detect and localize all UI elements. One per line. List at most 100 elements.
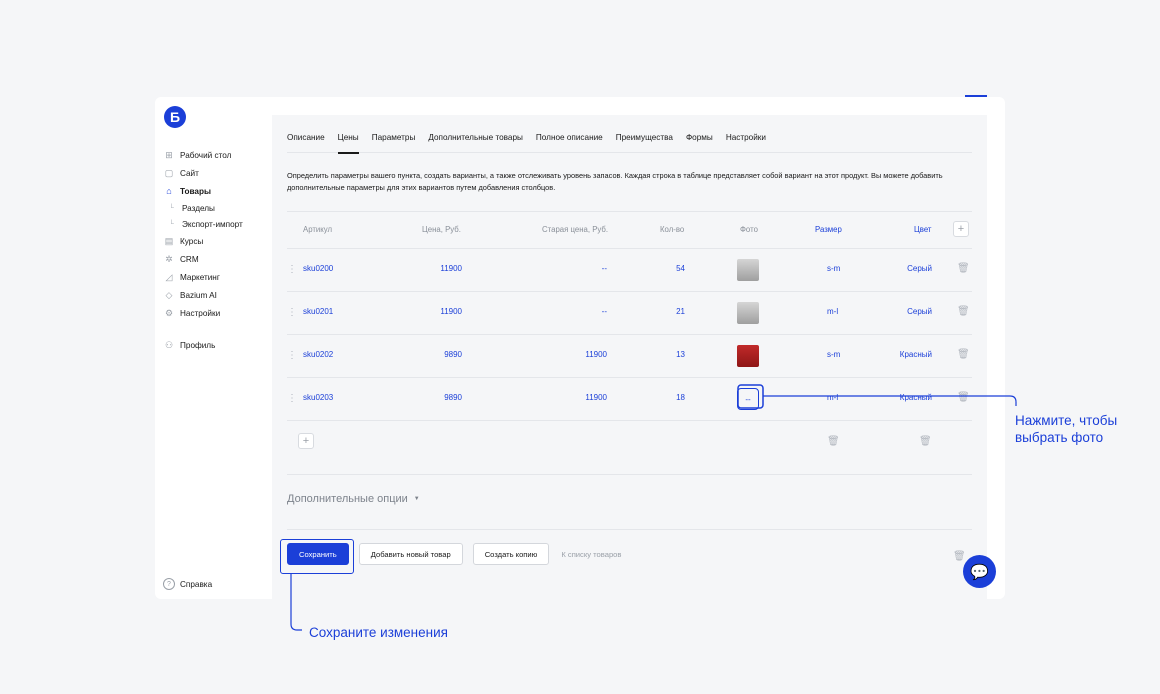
trash-icon[interactable]: 🗑 bbox=[957, 263, 970, 274]
sidebar-item-label: Профиль bbox=[180, 340, 216, 350]
table-row: ⋮ sku0201 11900 -- 21 m-l Серый 🗑 bbox=[287, 291, 972, 334]
logo[interactable]: Б bbox=[164, 106, 186, 128]
old-price-cell[interactable]: 11900 bbox=[547, 350, 607, 359]
table-header: Артикул Цена, Руб. Старая цена, Руб. Кол… bbox=[287, 211, 972, 248]
photo-callout-text: Нажмите, чтобы выбрать фото bbox=[1015, 412, 1117, 446]
qty-cell[interactable]: 21 bbox=[657, 307, 685, 316]
trash-icon[interactable]: 🗑 bbox=[953, 551, 966, 562]
tab-bar: Описание Цены Параметры Дополнительные т… bbox=[287, 131, 972, 154]
select-photo-button[interactable]: -- bbox=[737, 388, 759, 410]
sidebar-item-site[interactable]: ▢ Сайт bbox=[163, 164, 271, 182]
price-cell[interactable]: 11900 bbox=[407, 307, 462, 316]
sidebar-item-label: Курсы bbox=[180, 236, 204, 246]
qty-cell[interactable]: 54 bbox=[657, 264, 685, 273]
header-sku: Артикул bbox=[303, 225, 333, 234]
tab-prices[interactable]: Цены bbox=[337, 131, 359, 154]
tree-branch-icon: └ bbox=[169, 204, 174, 212]
old-price-cell[interactable]: -- bbox=[547, 307, 607, 316]
tab-additional-products[interactable]: Дополнительные товары bbox=[428, 131, 523, 153]
size-cell[interactable]: s-m bbox=[827, 264, 840, 273]
sidebar-item-ai[interactable]: ◇ Bazium AI bbox=[163, 286, 271, 304]
sidebar-item-label: Bazium AI bbox=[180, 290, 217, 300]
tab-parameters[interactable]: Параметры bbox=[372, 131, 416, 153]
extra-options-toggle[interactable]: Дополнительные опции ▼ bbox=[287, 493, 420, 505]
price-cell[interactable]: 11900 bbox=[407, 264, 462, 273]
sidebar-item-label: Товары bbox=[180, 186, 211, 196]
sidebar-item-crm[interactable]: ✲ CRM bbox=[163, 250, 271, 268]
drag-handle-icon[interactable]: ⋮ bbox=[287, 307, 297, 318]
sidebar-item-products[interactable]: ⌂ Товары bbox=[163, 182, 271, 200]
qty-cell[interactable]: 13 bbox=[657, 350, 685, 359]
bag-icon: ⌂ bbox=[166, 186, 172, 196]
tab-forms[interactable]: Формы bbox=[686, 131, 713, 153]
trash-icon[interactable]: 🗑 bbox=[957, 306, 970, 317]
tab-advantages[interactable]: Преимущества bbox=[616, 131, 673, 153]
size-cell[interactable]: s-m bbox=[827, 350, 840, 359]
sidebar-item-profile[interactable]: ⚇ Профиль bbox=[163, 336, 271, 354]
sidebar-subitem-export-import[interactable]: └ Экспорт-импорт bbox=[163, 216, 271, 232]
price-cell[interactable]: 9890 bbox=[407, 350, 462, 359]
tree-branch-icon: └ bbox=[169, 220, 174, 228]
trash-icon[interactable]: 🗑 bbox=[957, 349, 970, 360]
sidebar: Б ⊞ Рабочий стол ▢ Сайт ⌂ Товары └ Разде… bbox=[155, 97, 272, 599]
chat-bubble-icon: 💬 bbox=[970, 563, 989, 581]
tab-settings[interactable]: Настройки bbox=[726, 131, 766, 153]
save-callout-text: Сохраните изменения bbox=[309, 625, 448, 640]
sidebar-item-dashboard[interactable]: ⊞ Рабочий стол bbox=[163, 146, 271, 164]
user-icon: ⚇ bbox=[164, 339, 174, 350]
back-to-list-link[interactable]: К списку товаров bbox=[561, 550, 621, 559]
ai-icon: ◇ bbox=[165, 289, 173, 300]
sidebar-nav: ⊞ Рабочий стол ▢ Сайт ⌂ Товары └ Разделы… bbox=[163, 146, 271, 354]
help-link[interactable]: ? Справка bbox=[163, 578, 212, 590]
table-row: ⋮ sku0200 11900 -- 54 s-m Серый 🗑 bbox=[287, 248, 972, 291]
header-size[interactable]: Размер bbox=[815, 225, 842, 234]
tab-description[interactable]: Описание bbox=[287, 131, 325, 153]
product-photo-thumbnail[interactable] bbox=[737, 302, 759, 324]
drag-handle-icon[interactable]: ⋮ bbox=[287, 350, 297, 361]
trash-icon[interactable]: 🗑 bbox=[919, 436, 932, 447]
sku-cell[interactable]: sku0202 bbox=[303, 350, 333, 359]
header-old-price: Старая цена, Руб. bbox=[542, 225, 609, 234]
header-photo: Фото bbox=[740, 225, 758, 234]
product-photo-thumbnail[interactable] bbox=[737, 345, 759, 367]
old-price-cell[interactable]: -- bbox=[547, 264, 607, 273]
create-copy-button[interactable]: Создать копию bbox=[472, 543, 550, 565]
size-cell[interactable]: m-l bbox=[827, 393, 838, 402]
product-photo-thumbnail[interactable] bbox=[737, 259, 759, 281]
add-row-button[interactable]: + bbox=[298, 433, 314, 449]
trash-icon[interactable]: 🗑 bbox=[957, 392, 970, 403]
header-color[interactable]: Цвет bbox=[914, 225, 931, 234]
sidebar-item-courses[interactable]: ▤ Курсы bbox=[163, 232, 271, 250]
old-price-cell[interactable]: 11900 bbox=[547, 393, 607, 402]
sidebar-item-marketing[interactable]: ◿ Маркетинг bbox=[163, 268, 271, 286]
qty-cell[interactable]: 18 bbox=[657, 393, 685, 402]
marketing-icon: ◿ bbox=[165, 271, 173, 282]
sku-cell[interactable]: sku0201 bbox=[303, 307, 333, 316]
main-panel: Описание Цены Параметры Дополнительные т… bbox=[272, 115, 987, 599]
color-cell[interactable]: Серый bbox=[867, 307, 932, 316]
sku-cell[interactable]: sku0200 bbox=[303, 264, 333, 273]
sidebar-subitem-label: Разделы bbox=[181, 203, 215, 213]
size-cell[interactable]: m-l bbox=[827, 307, 838, 316]
trash-icon[interactable]: 🗑 bbox=[827, 436, 840, 447]
sidebar-item-label: Сайт bbox=[180, 168, 199, 178]
save-highlight-frame bbox=[280, 539, 354, 574]
table-row: ⋮ sku0203 9890 11900 18 -- m-l Красный 🗑 bbox=[287, 377, 972, 420]
drag-handle-icon[interactable]: ⋮ bbox=[287, 264, 297, 275]
site-icon: ▢ bbox=[164, 167, 174, 178]
variants-table: Артикул Цена, Руб. Старая цена, Руб. Кол… bbox=[287, 211, 972, 475]
app-window: Б ⊞ Рабочий стол ▢ Сайт ⌂ Товары └ Разде… bbox=[155, 97, 1005, 599]
color-cell[interactable]: Красный bbox=[867, 350, 932, 359]
sidebar-subitem-sections[interactable]: └ Разделы bbox=[163, 200, 271, 216]
add-new-product-button[interactable]: Добавить новый товар bbox=[358, 543, 463, 565]
color-cell[interactable]: Серый bbox=[867, 264, 932, 273]
extra-options-section: Дополнительные опции ▼ bbox=[287, 474, 972, 530]
sku-cell[interactable]: sku0203 bbox=[303, 393, 333, 402]
sidebar-item-settings[interactable]: ⚙ Настройки bbox=[163, 304, 271, 322]
tab-full-description[interactable]: Полное описание bbox=[536, 131, 603, 153]
chat-button[interactable]: 💬 bbox=[963, 555, 996, 588]
color-cell[interactable]: Красный bbox=[867, 393, 932, 402]
add-column-button[interactable]: + bbox=[953, 221, 969, 237]
drag-handle-icon[interactable]: ⋮ bbox=[287, 393, 297, 404]
price-cell[interactable]: 9890 bbox=[407, 393, 462, 402]
